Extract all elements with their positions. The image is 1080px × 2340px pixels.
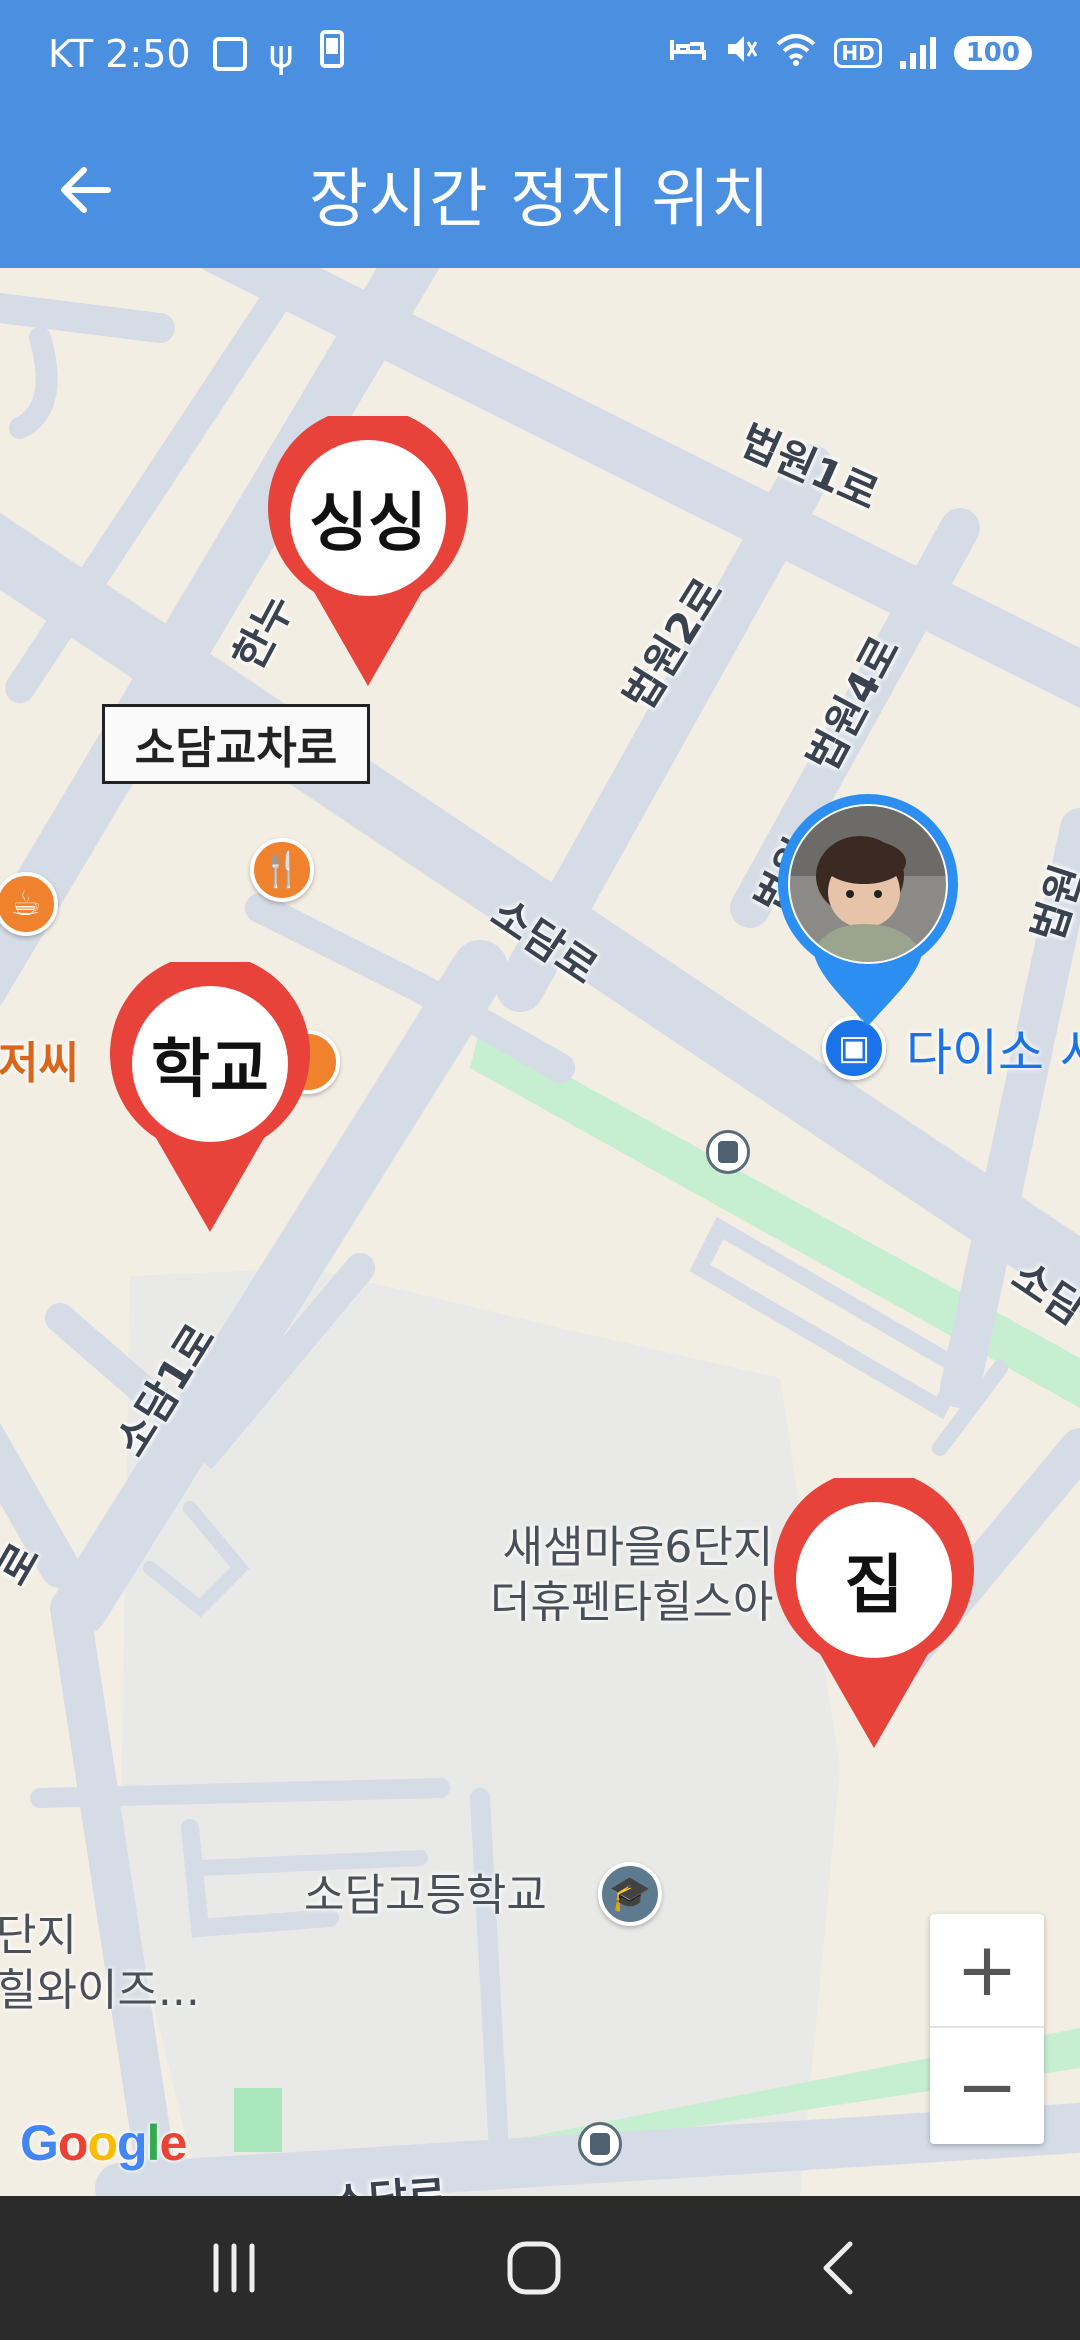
status-bar: KT 2:50 ψ HD 100: [0, 0, 1080, 112]
google-letter: l: [146, 2115, 161, 2171]
left-place-line1: 단지: [0, 1910, 77, 1961]
app-root: KT 2:50 ψ HD 100 장시간 정지 위치 법원1로 법원2로 법원4…: [0, 0, 1080, 2340]
apartment-label-line2: 더휴펜타힐스아: [490, 1577, 774, 1628]
avatar: [790, 806, 946, 962]
home-icon: [507, 2241, 561, 2295]
bus-stop-icon[interactable]: [706, 1130, 750, 1174]
stop-pin-singsing[interactable]: 싱싱: [262, 407, 474, 686]
mute-icon: [724, 32, 758, 74]
recents-button[interactable]: [134, 2196, 334, 2340]
stop-pin-home[interactable]: 집: [768, 1469, 980, 1748]
stop-pin-school[interactable]: 학교: [104, 953, 316, 1232]
pin-label: 학교: [151, 1033, 269, 1107]
google-letter: g: [117, 2115, 148, 2171]
phone-icon: [316, 30, 350, 77]
google-letter: e: [159, 2115, 187, 2171]
poi-label-daiso[interactable]: 다이소 사: [906, 1022, 1080, 1085]
zoom-controls: + −: [930, 1914, 1044, 2144]
wifi-icon: [776, 32, 816, 74]
apartment-label-line1: 새샘마을6단지: [502, 1522, 774, 1573]
app-bar: 장시간 정지 위치: [0, 112, 1080, 268]
signal-icon: [899, 37, 936, 69]
school-label[interactable]: 소담고등학교: [304, 1868, 547, 1923]
home-button[interactable]: [434, 2196, 634, 2340]
intersection-label: 소담교차로: [102, 704, 370, 784]
alarm-icon: [670, 34, 707, 72]
battery-icon: 100: [953, 36, 1032, 70]
map-view[interactable]: 법원1로 법원2로 법원4로 법원 법원 소담로 소담1로 한누 소담 로 소담…: [0, 268, 1080, 2196]
recents-icon: [213, 2243, 255, 2293]
status-right: HD 100: [670, 32, 1032, 74]
back-chevron-icon: [823, 2241, 853, 2295]
zoom-out-button[interactable]: −: [930, 2030, 1044, 2144]
pin-label: 집: [844, 1549, 904, 1623]
left-place-line2: 힐와이즈...: [0, 1965, 200, 2016]
restaurant-icon[interactable]: 🍴: [250, 838, 314, 902]
zoom-in-button[interactable]: +: [930, 1914, 1044, 2028]
bus-stop-icon[interactable]: [578, 2122, 622, 2166]
status-left: KT 2:50 ψ: [48, 30, 350, 77]
usb-icon: ψ: [268, 31, 294, 76]
google-letter: o: [57, 2115, 89, 2171]
school-icon[interactable]: 🎓: [598, 1862, 662, 1926]
carrier-time: KT 2:50: [48, 31, 191, 76]
google-letter: G: [20, 2115, 59, 2171]
google-letter: o: [87, 2115, 118, 2171]
user-location-marker[interactable]: [776, 790, 960, 1030]
screenshot-icon: [212, 36, 247, 71]
left-place-label[interactable]: 단지 힐와이즈...: [0, 1908, 200, 2018]
hd-icon: HD: [834, 38, 882, 68]
poi-label-left[interactable]: 저씨: [0, 1036, 79, 1091]
system-nav-bar: [0, 2196, 1080, 2340]
apartment-label[interactable]: 새샘마을6단지 더휴펜타힐스아: [490, 1520, 773, 1630]
google-logo: Google: [20, 2114, 187, 2172]
page-title: 장시간 정지 위치: [309, 163, 771, 237]
system-back-button[interactable]: [740, 2196, 940, 2340]
pin-label: 싱싱: [309, 487, 427, 561]
